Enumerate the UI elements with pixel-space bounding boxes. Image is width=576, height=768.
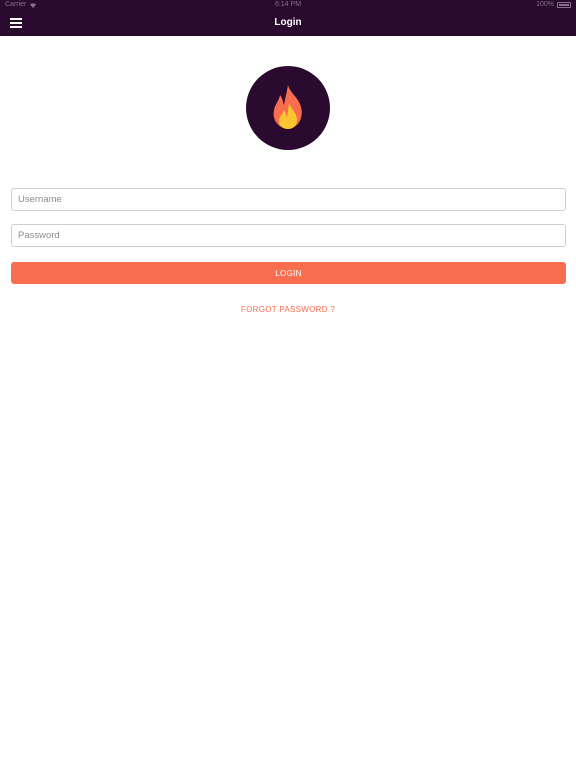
password-input[interactable] <box>11 224 566 247</box>
app-logo <box>246 66 330 150</box>
forgot-password-link[interactable]: FORGOT PASSWORD ? <box>0 305 576 315</box>
battery-percent: 100% <box>536 1 554 8</box>
battery-level-fill <box>559 4 569 6</box>
login-button[interactable]: LOGIN <box>11 262 566 284</box>
flame-icon <box>273 85 302 129</box>
status-bar: Carrier 6:14 PM 100% <box>0 0 576 10</box>
status-battery-group: 100% <box>536 0 571 10</box>
battery-icon <box>557 2 571 8</box>
status-time: 6:14 PM <box>274 1 302 8</box>
username-input[interactable] <box>11 188 566 211</box>
app-bar: Carrier 6:14 PM 100% Login <box>0 0 576 36</box>
page-title: Login <box>274 17 302 28</box>
